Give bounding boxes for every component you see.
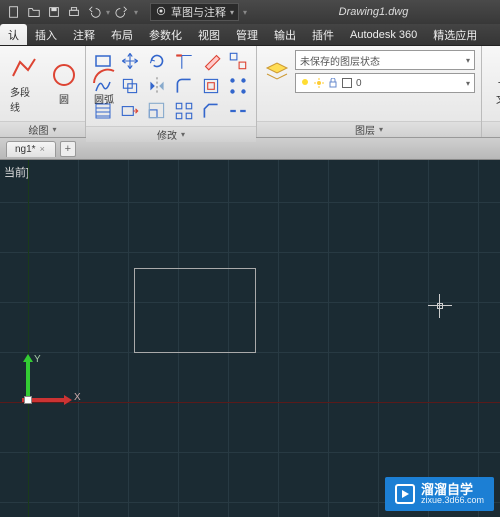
document-tab[interactable]: ng1* × xyxy=(6,141,56,157)
panel-layer: 未保存的图层状态 ▾ 0 ▾ 图层 xyxy=(257,46,482,137)
tab-default[interactable]: 认 xyxy=(0,24,27,45)
panel-annotate-title[interactable]: 注释 xyxy=(482,121,500,137)
ribbon-tabs: 认 插入 注释 布局 参数化 视图 管理 输出 插件 Autodesk 360 … xyxy=(0,24,500,46)
panel-layer-title[interactable]: 图层 xyxy=(257,121,481,137)
mirror-icon[interactable] xyxy=(145,75,169,97)
tab-autodesk360[interactable]: Autodesk 360 xyxy=(342,24,425,45)
workspace-label: 草图与注释 xyxy=(171,4,226,20)
quick-access-toolbar: ▾ ▾ xyxy=(0,4,144,20)
erase-icon[interactable] xyxy=(199,50,223,72)
y-axis-line xyxy=(28,160,29,517)
crosshair-cursor xyxy=(428,294,452,318)
modify-tools xyxy=(118,50,250,122)
rect-array-icon[interactable] xyxy=(172,100,196,122)
panel-draw: 多段线 圆 圆弧 绘图 xyxy=(0,46,86,137)
tab-manage[interactable]: 管理 xyxy=(228,24,266,45)
title-bar: ▾ ▾ 草图与注释 ▾ ▾ Drawing1.dwg xyxy=(0,0,500,24)
fillet-icon[interactable] xyxy=(172,75,196,97)
chevron-down-icon: ▾ xyxy=(230,8,234,17)
document-tab-label: ng1* xyxy=(15,144,36,155)
chamfer-icon[interactable] xyxy=(199,100,223,122)
rotate-icon[interactable] xyxy=(145,50,169,72)
layer-state-dropdown[interactable]: 未保存的图层状态 ▾ xyxy=(295,50,475,70)
layer-state-label: 未保存的图层状态 xyxy=(300,53,380,68)
ucs-y-label: Y xyxy=(34,354,41,365)
panel-modify-title[interactable]: 修改 xyxy=(86,126,256,142)
tab-plugins[interactable]: 插件 xyxy=(304,24,342,45)
current-layer-dropdown[interactable]: 0 ▾ xyxy=(295,73,475,93)
panel-annotate: A 文字 注释 xyxy=(482,46,500,137)
watermark-sub: zixue.3d66.com xyxy=(421,496,484,505)
close-tab-icon[interactable]: × xyxy=(40,144,45,154)
stretch-icon[interactable] xyxy=(118,100,142,122)
tab-output[interactable]: 输出 xyxy=(266,24,304,45)
redo-icon[interactable] xyxy=(114,4,130,20)
rectangle-icon[interactable] xyxy=(92,50,114,72)
play-icon xyxy=(395,484,415,504)
ucs-origin xyxy=(24,396,32,404)
open-icon[interactable] xyxy=(26,4,42,20)
undo-dropdown-icon[interactable]: ▾ xyxy=(106,8,110,17)
circle-icon xyxy=(50,61,78,89)
offset-icon[interactable] xyxy=(199,75,223,97)
tab-annotate[interactable]: 注释 xyxy=(65,24,103,45)
tab-featured[interactable]: 精选应用 xyxy=(425,24,485,45)
hatch-icon[interactable] xyxy=(92,100,114,122)
break-icon[interactable] xyxy=(226,100,250,122)
explode-icon[interactable] xyxy=(226,50,250,72)
tab-view[interactable]: 视图 xyxy=(190,24,228,45)
sun-icon xyxy=(314,78,324,88)
ucs-x-label: X xyxy=(74,392,81,403)
ribbon: 多段线 圆 圆弧 绘图 xyxy=(0,46,500,138)
bulb-on-icon xyxy=(300,78,310,88)
tab-parametric[interactable]: 参数化 xyxy=(141,24,190,45)
viewport-label: 当前] xyxy=(4,164,29,180)
document-title: Drawing1.dwg xyxy=(247,6,500,18)
watermark: 溜溜自学 zixue.3d66.com xyxy=(385,477,494,511)
new-tab-button[interactable]: + xyxy=(60,141,76,157)
workspace-dropdown[interactable]: 草图与注释 ▾ xyxy=(150,3,239,21)
panel-modify: 修改 xyxy=(86,46,257,137)
polyline-button[interactable]: 多段线 xyxy=(6,52,42,116)
polyline-icon xyxy=(10,54,38,82)
lock-icon xyxy=(328,78,338,88)
copy-icon[interactable] xyxy=(118,75,142,97)
redo-dropdown-icon[interactable]: ▾ xyxy=(134,8,138,17)
spline-icon[interactable] xyxy=(92,75,114,97)
undo-icon[interactable] xyxy=(86,4,102,20)
tab-insert[interactable]: 插入 xyxy=(27,24,65,45)
move-icon[interactable] xyxy=(118,50,142,72)
tab-layout[interactable]: 布局 xyxy=(103,24,141,45)
panel-draw-title[interactable]: 绘图 xyxy=(0,121,85,137)
layer-color-swatch xyxy=(342,78,352,88)
ucs-y-axis xyxy=(26,360,30,400)
gear-icon xyxy=(155,5,167,20)
layer-properties-button[interactable] xyxy=(263,58,291,86)
print-icon[interactable] xyxy=(66,4,82,20)
circle-button[interactable]: 圆 xyxy=(46,59,82,108)
chevron-down-icon: ▾ xyxy=(466,79,470,88)
save-icon[interactable] xyxy=(46,4,62,20)
current-layer-name: 0 xyxy=(356,78,362,89)
layers-icon xyxy=(263,58,291,86)
array-icon[interactable] xyxy=(226,75,250,97)
trim-icon[interactable] xyxy=(172,50,196,72)
scale-icon[interactable] xyxy=(145,100,169,122)
new-icon[interactable] xyxy=(6,4,22,20)
drawing-canvas[interactable]: 当前] X Y 溜溜自学 zixue.3d66.com xyxy=(0,160,500,517)
text-icon: A xyxy=(492,61,500,89)
chevron-down-icon: ▾ xyxy=(466,56,470,65)
text-button[interactable]: A 文字 xyxy=(488,59,500,108)
drawn-rectangle[interactable] xyxy=(134,268,256,353)
